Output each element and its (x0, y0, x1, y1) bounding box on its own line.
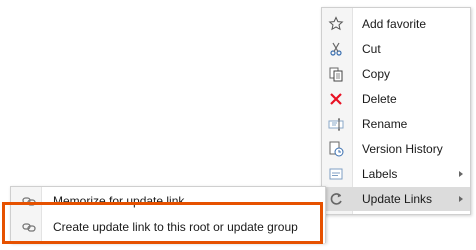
menu-item-label: Copy (362, 67, 391, 81)
context-menu: Add favorite Cut Copy Delete Rename Vers… (321, 7, 471, 215)
rename-icon (328, 116, 344, 132)
highlight-box (2, 202, 323, 244)
labels-icon (328, 166, 344, 182)
menu-item-update-links[interactable]: Update Links (322, 187, 470, 211)
menu-item-label: Update Links (362, 192, 433, 206)
scissors-icon (328, 41, 344, 57)
menu-item-label: Cut (362, 42, 381, 56)
star-outline-icon (328, 16, 344, 32)
chevron-right-icon (459, 171, 463, 177)
refresh-icon (328, 191, 344, 207)
menu-item-copy[interactable]: Copy (322, 62, 470, 86)
menu-item-label: Labels (362, 167, 398, 181)
menu-item-labels[interactable]: Labels (322, 162, 470, 186)
menu-item-delete[interactable]: Delete (322, 87, 470, 111)
menu-item-add-favorite[interactable]: Add favorite (322, 12, 470, 36)
menu-item-label: Add favorite (362, 17, 427, 31)
menu-item-cut[interactable]: Cut (322, 37, 470, 61)
menu-item-rename[interactable]: Rename (322, 112, 470, 136)
menu-item-label: Delete (362, 92, 397, 106)
menu-item-version-history[interactable]: Version History (322, 137, 470, 161)
version-history-icon (328, 141, 344, 157)
copy-icon (328, 66, 344, 82)
chevron-right-icon (459, 196, 463, 202)
red-x-delete-icon (328, 91, 344, 107)
menu-item-label: Rename (362, 117, 408, 131)
menu-item-label: Version History (362, 142, 443, 156)
